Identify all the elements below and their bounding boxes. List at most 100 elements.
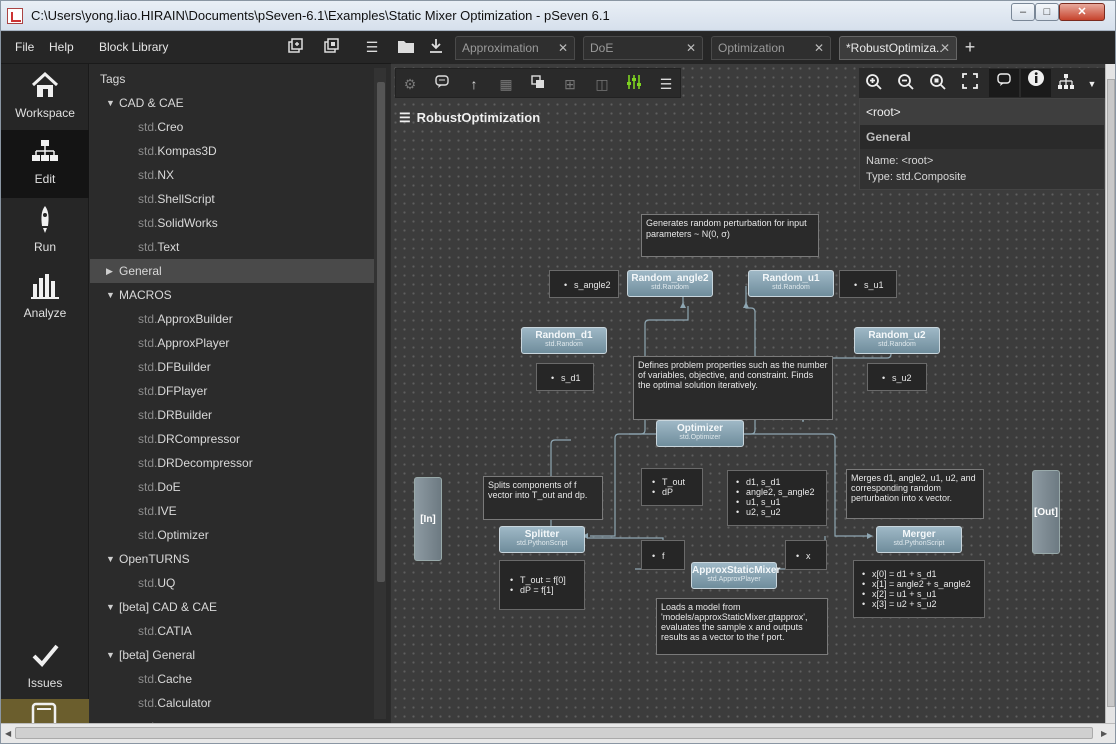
tree-block-item[interactable]: std.Calculator — [90, 691, 374, 715]
chevron-down-icon[interactable]: ▼ — [1081, 73, 1103, 95]
port-box-s-u2[interactable]: • s_u2 — [867, 363, 927, 391]
expand-arrow-icon[interactable]: ▼ — [106, 643, 115, 667]
download-icon[interactable] — [427, 38, 445, 56]
tree-block-item[interactable]: std.ApproxPlayer — [90, 331, 374, 355]
tree-block-item[interactable]: std.Text — [90, 235, 374, 259]
tree-block-item[interactable]: std.Kompas3D — [90, 139, 374, 163]
tree-block-item[interactable]: std. — [90, 715, 374, 723]
tab-robustoptimization[interactable]: *RobustOptimiza.. ✕ — [839, 36, 957, 60]
close-button[interactable]: ✕ — [1059, 3, 1105, 21]
nav-run[interactable]: Run — [1, 198, 89, 264]
tree-block-item[interactable]: std.DFBuilder — [90, 355, 374, 379]
group-icon[interactable]: ▦ — [496, 74, 516, 94]
tree-block-item[interactable]: std.ShellScript — [90, 187, 374, 211]
menu-file[interactable]: File — [15, 40, 34, 54]
scroll-left-icon[interactable]: ◀ — [5, 729, 11, 738]
collapse-arrow-icon[interactable]: ▶ — [106, 259, 113, 283]
tree-block-item[interactable]: std.DRCompressor — [90, 427, 374, 451]
optimizer-note[interactable]: Defines problem properties such as the n… — [633, 356, 833, 420]
block-in[interactable]: [In] — [414, 477, 442, 561]
block-out[interactable]: [Out] — [1032, 470, 1060, 554]
tree-category[interactable]: ▼ OpenTURNS — [90, 547, 374, 571]
block-random-u2[interactable]: Random_u2 std.Random — [854, 327, 940, 354]
close-tab-icon[interactable]: ✕ — [814, 37, 824, 59]
hierarchy-icon[interactable] — [1055, 73, 1077, 95]
nav-analyze[interactable]: Analyze — [1, 264, 89, 330]
port-box-optimizer-out[interactable]: • T_out • dP — [641, 468, 703, 506]
tree-block-item[interactable]: std.UQ — [90, 571, 374, 595]
tree-block-item[interactable]: std.IVE — [90, 499, 374, 523]
tab-approximation[interactable]: Approximation ✕ — [455, 36, 575, 60]
block-optimizer[interactable]: Optimizer std.Optimizer — [656, 420, 744, 447]
tree-block-item[interactable]: std.SolidWorks — [90, 211, 374, 235]
close-tab-icon[interactable]: ✕ — [940, 37, 950, 59]
port-box-x[interactable]: • x — [785, 540, 827, 570]
info-icon[interactable] — [1021, 69, 1051, 97]
duplicate-icon[interactable] — [528, 74, 548, 94]
port-box-f[interactable]: • f — [641, 540, 685, 570]
tree-block-item[interactable]: std.ApproxBuilder — [90, 307, 374, 331]
port-box-s-d1[interactable]: • s_d1 — [536, 363, 594, 391]
properties-section-general[interactable]: General — [860, 125, 1104, 149]
tree-block-item[interactable]: std.Creo — [90, 115, 374, 139]
close-tab-icon[interactable]: ✕ — [558, 37, 568, 59]
tree-block-item[interactable]: std.Cache — [90, 667, 374, 691]
expand-arrow-icon[interactable]: ▼ — [106, 91, 115, 115]
close-tab-icon[interactable]: ✕ — [686, 37, 696, 59]
tree-category[interactable]: ▼ [beta] General — [90, 643, 374, 667]
hamburger-menu-icon[interactable]: ☰ — [363, 38, 381, 56]
nav-issues[interactable]: Issues — [1, 634, 89, 700]
title-menu-icon[interactable]: ☰ — [399, 110, 411, 125]
tree-block-item[interactable]: std.DRBuilder — [90, 403, 374, 427]
approx-note[interactable]: Loads a model from 'models/approxStaticM… — [656, 598, 828, 655]
zoom-out-icon[interactable] — [895, 73, 917, 95]
block-splitter[interactable]: Splitter std.PythonScript — [499, 526, 585, 553]
tree-category[interactable]: ▼ [beta] CAD & CAE — [90, 595, 374, 619]
sliders-icon[interactable] — [624, 74, 644, 94]
tree-category[interactable]: ▼ MACROS — [90, 283, 374, 307]
port-box-optimizer-in[interactable]: • d1, s_d1 • angle2, s_angle2 • u1, s_u1 • u2, … — [727, 470, 827, 526]
split-icon[interactable]: ◫ — [592, 74, 612, 94]
menu-help[interactable]: Help — [49, 40, 74, 54]
expand-arrow-icon[interactable]: ▼ — [106, 547, 115, 571]
tree-block-item[interactable]: std.DRDecompressor — [90, 451, 374, 475]
random-note[interactable]: Generates random perturbation for input … — [641, 214, 819, 257]
plus-icon[interactable]: + — [961, 38, 979, 56]
settings-icon[interactable]: ⚙ — [400, 74, 420, 94]
add-port-icon[interactable]: ⊞ — [560, 74, 580, 94]
port-box-s-angle2[interactable]: • s_angle2 — [549, 270, 619, 298]
canvas-menu-icon[interactable]: ☰ — [656, 74, 676, 94]
workflow-canvas[interactable]: ⚙ ↑ ▦ ⊞ ◫ ☰ ☰ RobustOptimization ▼ <root… — [391, 64, 1105, 723]
tab-optimization[interactable]: Optimization ✕ — [711, 36, 831, 60]
block-approx-static-mixer[interactable]: ApproxStaticMixer std.ApproxPlayer — [691, 562, 780, 589]
zoom-fit-icon[interactable] — [927, 73, 949, 95]
arrow-up-icon[interactable]: ↑ — [464, 74, 484, 94]
expand-arrow-icon[interactable]: ▼ — [106, 595, 115, 619]
library-scrollbar-thumb[interactable] — [377, 82, 385, 582]
merger-note[interactable]: Merges d1, angle2, u1, u2, and correspon… — [846, 469, 984, 519]
tree-block-item[interactable]: std.Optimizer — [90, 523, 374, 547]
block-random-u1[interactable]: Random_u1 std.Random — [748, 270, 834, 297]
nav-workspace[interactable]: Workspace — [1, 64, 89, 130]
port-box-merger[interactable]: • x[0] = d1 + s_d1 • x[1] = angle2 + s_angl… — [853, 560, 985, 618]
new-composite-icon[interactable] — [323, 38, 341, 56]
port-box-s-u1[interactable]: • s_u1 — [839, 270, 897, 298]
block-merger[interactable]: Merger std.PythonScript — [876, 526, 962, 553]
tree-block-item[interactable]: std.DoE — [90, 475, 374, 499]
splitter-note[interactable]: Splits components of f vector into T_out… — [483, 476, 603, 520]
tree-block-item[interactable]: std.NX — [90, 163, 374, 187]
tree-block-item[interactable]: std.CATIA — [90, 619, 374, 643]
tree-category[interactable]: ▼ CAD & CAE — [90, 91, 374, 115]
maximize-button[interactable]: □ — [1035, 3, 1059, 21]
tree-block-item[interactable]: std.DFPlayer — [90, 379, 374, 403]
expand-arrow-icon[interactable]: ▼ — [106, 283, 115, 307]
comments-toggle-icon[interactable] — [989, 69, 1019, 97]
scroll-right-icon[interactable]: ▶ — [1101, 729, 1107, 738]
horizontal-scrollbar-thumb[interactable] — [15, 727, 1093, 739]
new-block-icon[interactable] — [287, 38, 305, 56]
fullscreen-icon[interactable] — [959, 73, 981, 95]
block-random-d1[interactable]: Random_d1 std.Random — [521, 327, 607, 354]
comment-icon[interactable] — [432, 74, 452, 94]
block-random-angle2[interactable]: Random_angle2 std.Random — [627, 270, 713, 297]
minimize-button[interactable]: – — [1011, 3, 1035, 21]
